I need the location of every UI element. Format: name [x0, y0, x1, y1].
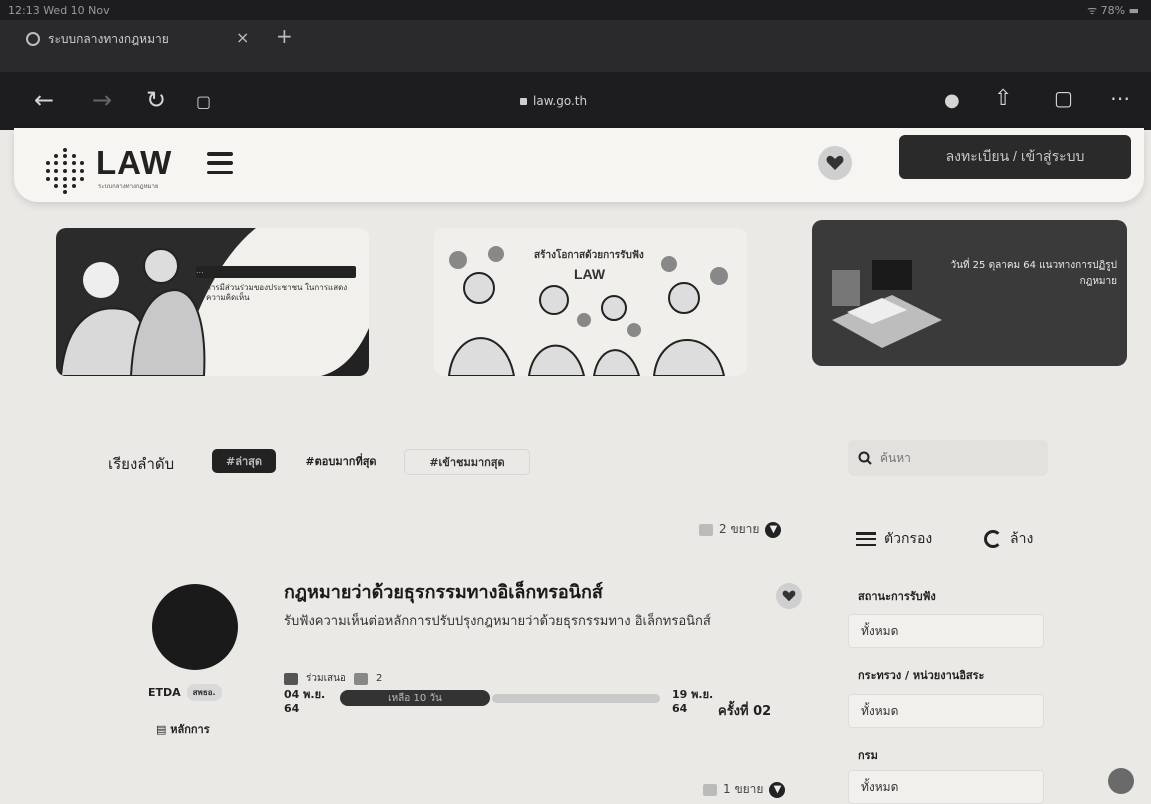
- people-icon: [284, 672, 298, 685]
- comment-icon: [703, 783, 717, 796]
- mic-icon[interactable]: ●: [944, 90, 960, 111]
- banner-1-heading: ...: [196, 266, 356, 278]
- back-icon[interactable]: ←: [34, 86, 54, 114]
- progress-bar: [492, 694, 660, 703]
- banner-3-text: วันที่ 25 ตุลาคม 64 แนวทางการปฏิรูปกฎหมา…: [950, 260, 1117, 287]
- clear-label: ล้าง: [1010, 531, 1034, 547]
- comment-icon: [699, 523, 713, 536]
- url-bar[interactable]: law.go.th: [520, 94, 587, 108]
- filter-department-select[interactable]: ทั้งหมด: [848, 770, 1044, 804]
- remaining-days-badge: เหลือ 10 วัน: [340, 690, 490, 706]
- chat-icon[interactable]: [1108, 768, 1134, 794]
- logo-subtitle: ระบบกลางทางกฎหมาย: [98, 183, 159, 190]
- agency-name: ETDA สพธอ.: [148, 684, 222, 701]
- filter-department-label: กรม: [858, 749, 878, 762]
- expand-count-bottom[interactable]: 1 ขยาย ▼: [703, 780, 786, 799]
- tabs-icon[interactable]: ▢: [1054, 86, 1073, 110]
- status-bar: 12:13 Wed 10 Nov ᯤ 78% ▬: [0, 0, 1151, 20]
- banner-1[interactable]: ... การมีส่วนร่วมของประชาชน ในการแสดงควา…: [56, 228, 369, 376]
- end-date: 19 พ.ย. 64: [672, 688, 714, 715]
- sort-most-views-chip[interactable]: #เข้าชมมากสุด: [404, 449, 530, 475]
- agency-avatar: [152, 584, 238, 670]
- more-icon[interactable]: ⋯: [1110, 86, 1130, 110]
- clear-filter-button[interactable]: ล้าง: [984, 528, 1033, 550]
- sort-label: เรียงลำดับ: [108, 455, 175, 473]
- start-date: 04 พ.ย. 64: [284, 688, 326, 715]
- url-text: law.go.th: [533, 94, 588, 108]
- reload-icon[interactable]: ↻: [146, 86, 166, 114]
- filter-status-label: สถานะการรับฟัง: [858, 590, 936, 603]
- law-description: รับฟังความเห็นต่อหลักการปรับปรุงกฎหมายว่…: [284, 614, 711, 629]
- status-time: 12:13 Wed 10 Nov: [8, 4, 110, 17]
- search-icon: [858, 451, 872, 465]
- sort-most-replies-chip[interactable]: #ตอบมากที่สุด: [282, 449, 400, 473]
- banner-3-illustration: [832, 260, 942, 348]
- banner-3[interactable]: วันที่ 25 ตุลาคม 64 แนวทางการปฏิรูปกฎหมา…: [812, 220, 1127, 366]
- forward-icon[interactable]: →: [92, 86, 112, 114]
- document-icon: ▤: [156, 723, 171, 736]
- lock-icon: [520, 97, 527, 105]
- expand-count-top[interactable]: 2 ขยาย ▼: [699, 520, 782, 539]
- favorite-law-button[interactable]: [776, 583, 802, 609]
- participants: ร่วมเสนอ 2: [284, 671, 382, 686]
- new-tab-icon[interactable]: +: [276, 24, 293, 48]
- filter-icon: [856, 532, 876, 546]
- principle-label: ▤ หลักการ: [156, 723, 210, 736]
- favorites-button[interactable]: [818, 146, 852, 180]
- share-icon[interactable]: ⇧: [994, 86, 1012, 111]
- tab-close-icon[interactable]: ×: [236, 28, 249, 47]
- heart-icon: [826, 155, 844, 170]
- banner-2[interactable]: สร้างโอกาสด้วยการรับฟัง LAW: [434, 228, 747, 376]
- chevron-down-icon: ▼: [769, 781, 786, 798]
- expand-count-text: 2 ขยาย: [719, 522, 760, 536]
- law-title[interactable]: กฎหมายว่าด้วยธุรกรรมทางอิเล็กทรอนิกส์: [284, 577, 603, 606]
- participants-count: 2: [375, 673, 383, 684]
- expand-count-text: 1 ขยาย: [723, 782, 764, 796]
- agency-abbr: ETDA: [148, 686, 181, 699]
- law-logo-icon[interactable]: [42, 146, 88, 196]
- filter-title: ตัวกรอง: [884, 531, 933, 547]
- comment-icon: [353, 672, 368, 685]
- hamburger-menu-icon[interactable]: [207, 152, 233, 174]
- search-box[interactable]: [848, 440, 1048, 476]
- refresh-icon: [984, 530, 1002, 548]
- agency-tag: สพธอ.: [186, 684, 222, 701]
- search-input[interactable]: [878, 450, 1032, 466]
- translate-icon[interactable]: ▢: [196, 92, 211, 111]
- chevron-down-icon: ▼: [765, 521, 782, 538]
- banner-1-text: การมีส่วนร่วมของประชาชน ในการแสดงความคิด…: [206, 283, 348, 302]
- banner-2-logo: LAW: [574, 266, 606, 282]
- login-register-button[interactable]: ลงทะเบียน / เข้าสู่ระบบ: [899, 135, 1131, 179]
- logo-text[interactable]: LAW: [96, 144, 172, 182]
- tab-title: ระบบกลางทางกฎหมาย: [48, 31, 169, 46]
- sort-latest-chip[interactable]: #ล่าสุด: [212, 449, 276, 473]
- participants-label: ร่วมเสนอ: [306, 673, 346, 684]
- filter-toggle[interactable]: ตัวกรอง: [856, 528, 932, 550]
- globe-icon: [26, 32, 40, 46]
- filter-ministry-select[interactable]: ทั้งหมด: [848, 694, 1044, 728]
- round-number: ครั้งที่ 02: [718, 704, 772, 719]
- filter-status-select[interactable]: ทั้งหมด: [848, 614, 1044, 648]
- banner-2-text: สร้างโอกาสด้วยการรับฟัง: [534, 250, 644, 261]
- filter-ministry-label: กระทรวง / หน่วยงานอิสระ: [858, 669, 985, 682]
- heart-icon: [782, 590, 796, 602]
- status-system: ᯤ 78% ▬: [1087, 4, 1139, 17]
